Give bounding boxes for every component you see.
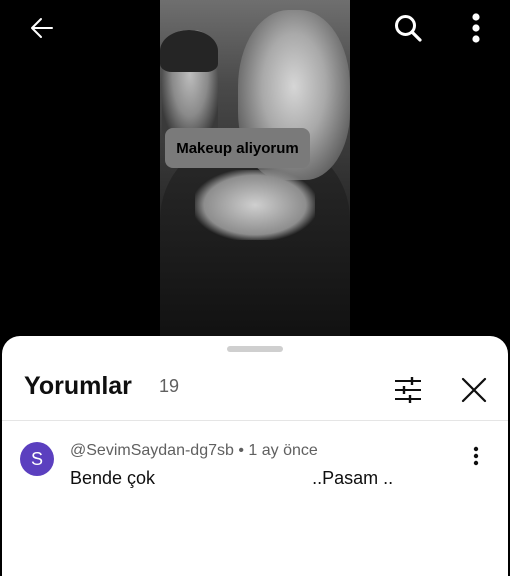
comments-sheet: Yorumlar 19 S @SevimSaydan-dg7sb • 1 ay … bbox=[2, 336, 508, 576]
comment-text-end: ..Pasam .. bbox=[312, 468, 394, 488]
close-icon bbox=[461, 377, 487, 403]
comments-header: Yorumlar 19 bbox=[2, 364, 508, 420]
comment-text-start: Bende çok bbox=[70, 468, 156, 488]
more-vertical-icon bbox=[472, 13, 480, 43]
video-frame bbox=[160, 0, 350, 338]
close-button[interactable] bbox=[452, 368, 496, 412]
background-person-hat bbox=[160, 30, 218, 72]
search-button[interactable] bbox=[386, 6, 430, 50]
arrow-left-icon bbox=[31, 18, 53, 38]
comment-more-button[interactable] bbox=[464, 444, 488, 468]
comments-title: Yorumlar bbox=[24, 372, 132, 400]
hands-lighting-cigarette bbox=[195, 170, 315, 240]
filter-button[interactable] bbox=[386, 368, 430, 412]
header-divider bbox=[2, 420, 508, 421]
comment-text: Bende çok ..Pasam .. bbox=[70, 468, 393, 489]
comment-meta: @SevimSaydan-dg7sb • 1 ay önce bbox=[70, 442, 318, 459]
search-icon bbox=[395, 15, 422, 42]
more-vertical-icon bbox=[473, 446, 479, 466]
filter-sliders-icon bbox=[395, 377, 421, 403]
avatar[interactable]: S bbox=[20, 442, 54, 476]
back-button[interactable] bbox=[20, 6, 64, 50]
video-player[interactable] bbox=[0, 0, 510, 360]
comments-count: 19 bbox=[159, 376, 180, 396]
more-options-button[interactable] bbox=[454, 6, 498, 50]
overlay-label: Makeup aliyorum bbox=[165, 128, 310, 168]
drag-handle[interactable] bbox=[227, 346, 283, 352]
comment-item: S @SevimSaydan-dg7sb • 1 ay önce Bende ç… bbox=[2, 432, 508, 512]
